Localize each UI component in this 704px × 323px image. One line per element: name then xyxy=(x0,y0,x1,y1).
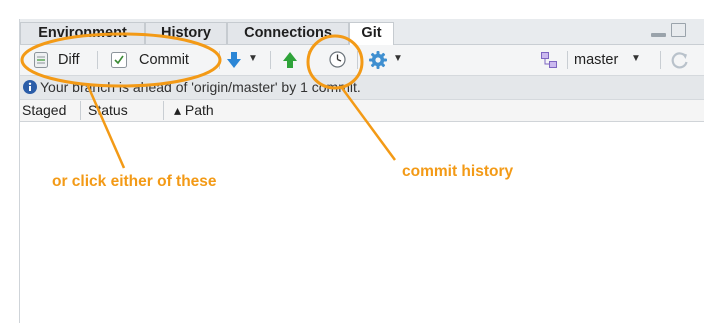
history-highlight-ellipse xyxy=(306,34,364,90)
diff-commit-highlight-ellipse xyxy=(20,32,222,88)
callout-line-right xyxy=(340,87,397,161)
callout-text-right: commit history xyxy=(402,163,514,180)
callout-line-left xyxy=(86,85,126,169)
annotation-overlay xyxy=(20,32,397,169)
callout-text-left: or click either of these xyxy=(52,173,217,190)
